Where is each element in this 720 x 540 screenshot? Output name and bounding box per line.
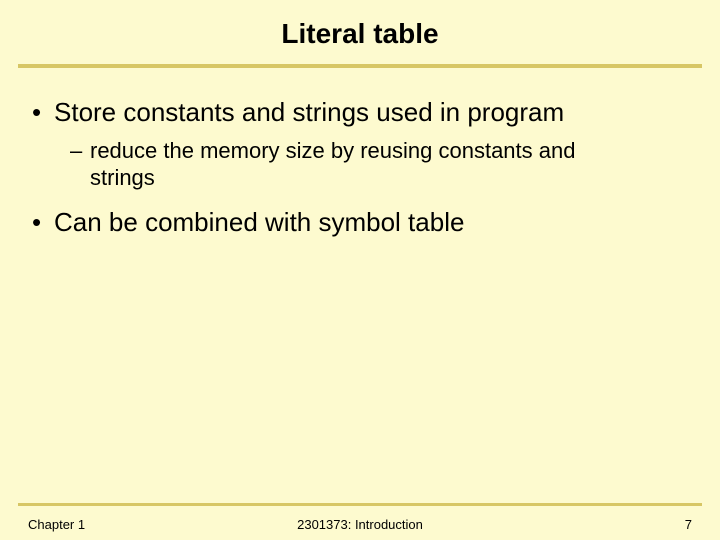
bullet-item: Store constants and strings used in prog… xyxy=(28,96,692,129)
bullet-item: Can be combined with symbol table xyxy=(28,206,692,239)
bullet-item: reduce the memory size by reusing consta… xyxy=(28,137,588,192)
slide: Literal table Store constants and string… xyxy=(0,0,720,540)
slide-body: Store constants and strings used in prog… xyxy=(0,68,720,238)
footer-center: 2301373: Introduction xyxy=(0,517,720,532)
footer-rule xyxy=(18,503,702,506)
slide-title: Literal table xyxy=(0,0,720,64)
slide-footer: Chapter 1 2301373: Introduction 7 xyxy=(0,517,720,532)
